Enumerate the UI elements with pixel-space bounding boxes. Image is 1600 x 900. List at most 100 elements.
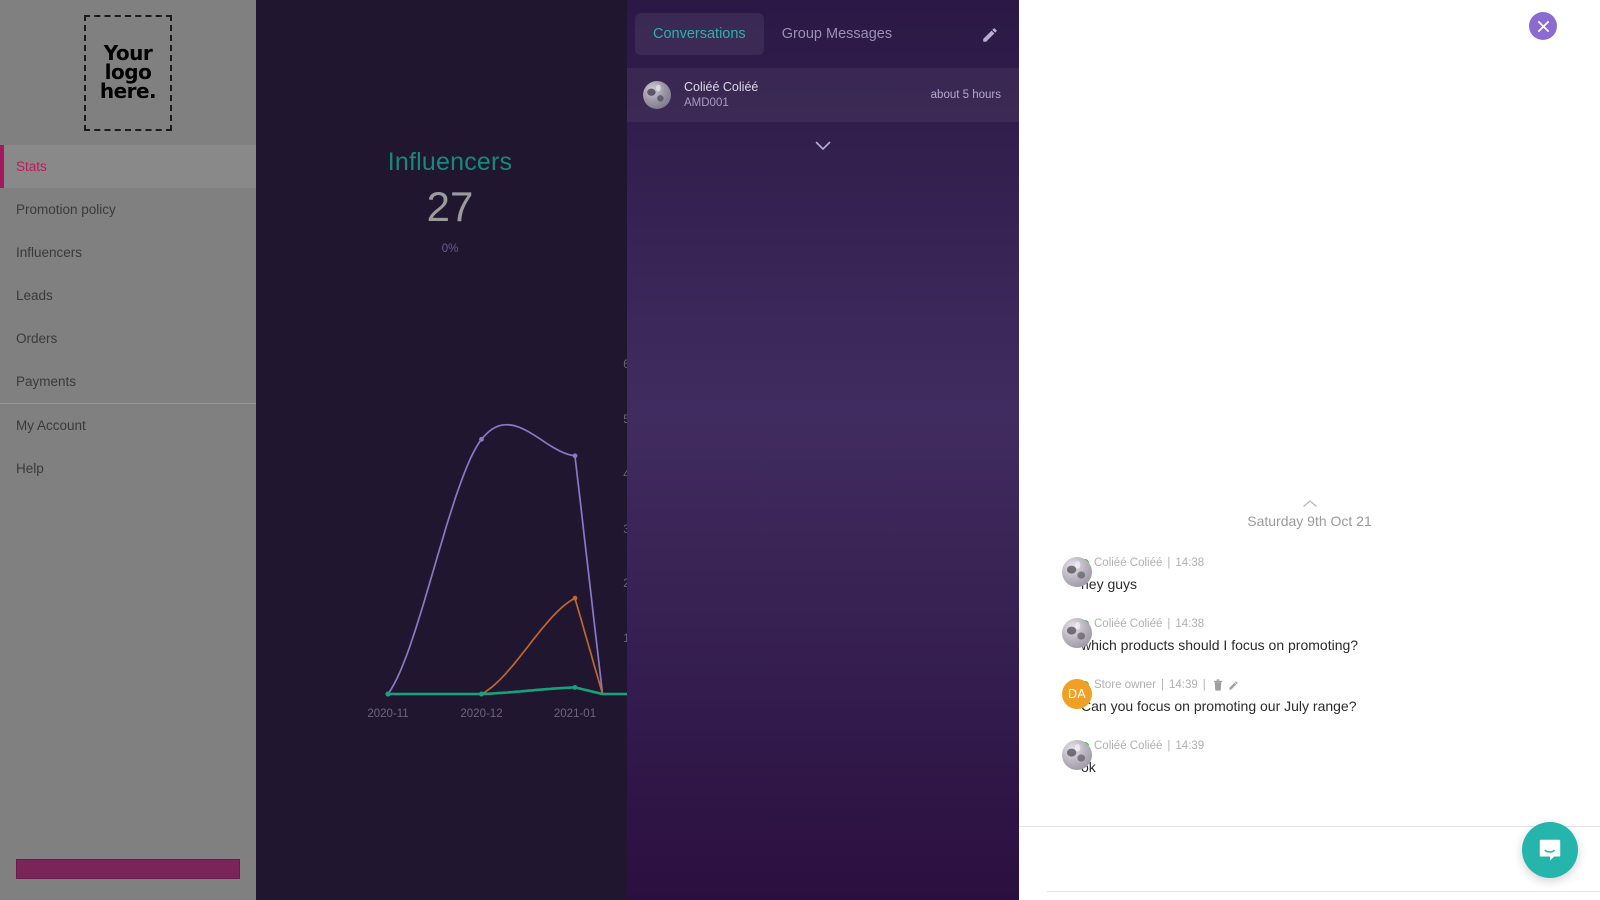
conversation-meta: Coliéé Coliéé AMD001 [684, 79, 931, 111]
pencil-icon[interactable] [1228, 680, 1239, 691]
chat-footer-divider [1047, 891, 1600, 892]
chat-day-divider: Saturday 9th Oct 21 [1019, 500, 1600, 531]
chat-message-author: Coliéé Coliéé [1094, 618, 1163, 630]
sidebar-item-influencers[interactable]: Influencers [0, 231, 256, 274]
chat-message-header: Coliéé Coliéé | 14:38 [1081, 557, 1600, 569]
chart-point [572, 685, 578, 690]
sidebar-item-label: Influencers [16, 245, 83, 260]
chat-bubble-icon [1539, 839, 1561, 861]
sidebar-nav: Stats Promotion policy Influencers Leads… [0, 145, 256, 490]
chart-line-series-orange [387, 596, 665, 695]
expand-conversations-button[interactable] [627, 122, 1019, 170]
conversation-list-item[interactable]: Coliéé Coliéé AMD001 about 5 hours [627, 68, 1019, 122]
sidebar-item-label: Stats [16, 159, 47, 174]
stat-card-header: Influencers 27 0% [256, 148, 644, 255]
chat-message-text: hey guys [1081, 576, 1138, 592]
logo-box: Your logo here. [84, 14, 172, 131]
sidebar-item-label: Help [16, 461, 44, 476]
chat-message-time: 14:38 [1175, 557, 1205, 569]
chat-footer: AD [1019, 826, 1600, 900]
sidebar-item-orders[interactable]: Orders [0, 317, 256, 360]
sidebar-item-promotion-policy[interactable]: Promotion policy [0, 188, 256, 231]
conversations-tabbar: Conversations Group Messages [627, 0, 1019, 68]
chart-point [479, 691, 484, 697]
chart-line-series-teal [386, 686, 666, 696]
chat-message-body: Coliéé Coliéé | 14:38 which products sho… [1081, 618, 1600, 653]
tab-label: Conversations [653, 26, 746, 42]
tab-conversations[interactable]: Conversations [635, 13, 764, 55]
chart-point [385, 691, 391, 697]
chat-message: DA Store owner | 14:39 | Can you focus o… [1019, 679, 1600, 714]
chat-message-header: Coliéé Coliéé | 14:39 [1081, 740, 1600, 752]
sidebar: Your logo here. Stats Promotion policy I… [0, 0, 256, 900]
separator: | [1167, 618, 1171, 630]
chat-message-time: 14:38 [1175, 618, 1205, 630]
chat-message-body: Coliéé Coliéé | 14:38 hey guys [1081, 557, 1600, 592]
chart-point [572, 453, 578, 459]
messenger-launcher-button[interactable] [1522, 822, 1578, 878]
stat-value: 27 [426, 183, 474, 230]
sidebar-item-stats[interactable]: Stats [0, 145, 256, 188]
chat-message-text: which products should I focus on promoti… [1081, 637, 1359, 653]
tab-group-messages[interactable]: Group Messages [764, 13, 910, 55]
chat-message-list[interactable]: Saturday 9th Oct 21 Coliéé Coliéé | 14:3… [1019, 0, 1600, 826]
chat-overlay: Saturday 9th Oct 21 Coliéé Coliéé | 14:3… [1019, 0, 1600, 900]
chevron-up-icon [1302, 500, 1317, 507]
avatar [1062, 618, 1092, 648]
chat-message: Coliéé Coliéé | 14:38 hey guys [1019, 557, 1600, 592]
chat-message: Coliéé Coliéé | 14:39 ok [1019, 740, 1600, 775]
separator: | [1167, 557, 1171, 569]
stat-delta: 0% [441, 243, 459, 255]
chat-message-actions [1213, 679, 1239, 691]
sidebar-item-label: Orders [16, 331, 58, 346]
chart-point [479, 436, 484, 442]
pencil-icon [983, 28, 997, 42]
conversation-code: AMD001 [684, 96, 729, 109]
x-axis-tick-label: 2020-12 [460, 708, 503, 720]
chart-point [572, 595, 578, 601]
chat-message: Coliéé Coliéé | 14:38 which products sho… [1019, 618, 1600, 653]
sidebar-item-my-account[interactable]: My Account [0, 404, 256, 447]
separator: | [1202, 679, 1206, 691]
chart-line-series-purple [387, 423, 665, 695]
chat-message-body: Coliéé Coliéé | 14:39 ok [1081, 740, 1600, 775]
compose-button[interactable] [977, 22, 1003, 48]
chat-message-body: Store owner | 14:39 | Can you focus on p… [1081, 679, 1600, 714]
chat-message-author: Coliéé Coliéé [1094, 740, 1163, 752]
sidebar-item-payments[interactable]: Payments [0, 360, 256, 403]
chat-message-time: 14:39 [1169, 679, 1198, 691]
sidebar-item-label: My Account [16, 418, 86, 433]
chat-message-header: Coliéé Coliéé | 14:38 [1081, 618, 1600, 630]
chat-message-author: Store owner [1094, 679, 1157, 691]
stat-title: Influencers [387, 148, 513, 176]
chat-message-time: 14:39 [1175, 740, 1205, 752]
logo-text: Your logo here. [99, 41, 157, 103]
tab-label: Group Messages [781, 26, 893, 42]
avatar [1062, 740, 1092, 770]
sidebar-item-label: Leads [16, 288, 53, 303]
chevron-down-icon [815, 141, 831, 151]
conversation-name: Coliéé Coliéé [684, 79, 759, 94]
conversation-timestamp: about 5 hours [930, 89, 1001, 101]
conversations-panel: Conversations Group Messages Coliéé Coli… [627, 0, 1019, 900]
separator: | [1161, 679, 1165, 691]
chat-day-label: Saturday 9th Oct 21 [1247, 513, 1372, 529]
avatar [643, 81, 671, 109]
chat-message-text: ok [1081, 759, 1600, 775]
avatar [1062, 557, 1092, 587]
sidebar-item-label: Payments [16, 374, 77, 389]
sidebar-item-label: Promotion policy [16, 202, 116, 217]
logo-placeholder: Your logo here. [0, 0, 256, 145]
chat-message-text: Can you focus on promoting our July rang… [1081, 698, 1357, 714]
sidebar-item-help[interactable]: Help [0, 447, 256, 490]
trash-icon[interactable] [1213, 679, 1223, 691]
x-axis-tick-label: 2021-01 [553, 708, 597, 720]
avatar-initials: DA [1062, 679, 1092, 709]
separator: | [1167, 740, 1171, 752]
chat-message-author: Coliéé Coliéé [1094, 557, 1163, 569]
chat-message-header: Store owner | 14:39 | [1081, 679, 1600, 691]
x-axis-tick-label: 2020-11 [367, 708, 409, 720]
sidebar-bottom-bar[interactable] [16, 859, 240, 879]
sidebar-item-leads[interactable]: Leads [0, 274, 256, 317]
